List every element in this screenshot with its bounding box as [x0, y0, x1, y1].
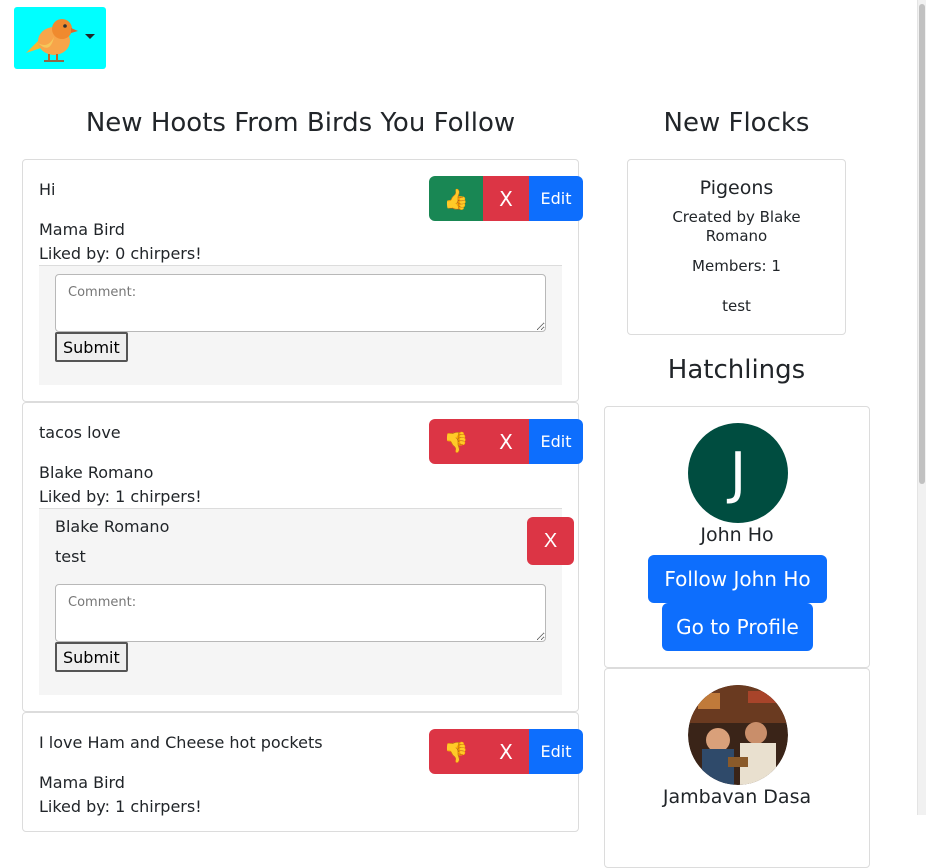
hoot-card: I love Ham and Cheese hot pockets Mama B…: [22, 712, 583, 832]
scrollbar-thumb[interactable]: [919, 4, 925, 484]
comment-text: test: [55, 547, 86, 566]
hoot-text: Hi: [39, 180, 56, 199]
bird-logo-icon: [26, 19, 78, 62]
unlike-button[interactable]: 👎: [429, 419, 483, 464]
like-button[interactable]: 👍: [429, 176, 483, 221]
hoot-actions: 👍 X Edit: [429, 176, 583, 221]
flock-creator: Created by Blake Romano: [672, 208, 801, 245]
user-name: Jambavan Dasa: [662, 786, 812, 808]
flock-card[interactable]: Pigeons Created by Blake Romano Members:…: [627, 159, 846, 335]
hoot-actions: 👎 X Edit: [429, 729, 583, 774]
feed-title: New Hoots From Birds You Follow: [85, 108, 516, 138]
hoot-likes: Liked by: 1 chirpers!: [39, 797, 202, 816]
delete-hoot-button[interactable]: X: [483, 419, 529, 464]
delete-hoot-button[interactable]: X: [483, 729, 529, 774]
delete-hoot-button[interactable]: X: [483, 176, 529, 221]
hoot-text: I love Ham and Cheese hot pockets: [39, 733, 323, 752]
edit-hoot-button[interactable]: Edit: [529, 176, 583, 221]
hoot-card: tacos love Blake Romano Liked by: 1 chir…: [22, 402, 583, 712]
flocks-title: New Flocks: [663, 108, 810, 138]
comment-input[interactable]: [55, 584, 546, 642]
logo-dropdown-button[interactable]: [14, 7, 106, 69]
comment-author: Blake Romano: [55, 517, 170, 536]
flock-name: Pigeons: [699, 177, 774, 199]
hoot-likes: Liked by: 0 chirpers!: [39, 244, 202, 263]
unlike-button[interactable]: 👎: [429, 729, 483, 774]
edit-hoot-button[interactable]: Edit: [529, 729, 583, 774]
caret-down-icon: [85, 34, 95, 39]
comment-section: Submit: [39, 265, 562, 385]
flock-description: test: [722, 297, 751, 315]
flock-members: Members: 1: [692, 257, 781, 275]
hoot-author: Mama Bird: [39, 220, 125, 239]
comment-section: Blake Romano test X Submit: [39, 508, 574, 695]
hoot-card: Hi Mama Bird Liked by: 0 chirpers! 👍 X E…: [22, 159, 583, 402]
hoot-author: Blake Romano: [39, 463, 154, 482]
user-card: J John Ho Follow John Ho Go to Profile: [604, 406, 870, 668]
delete-comment-button[interactable]: X: [527, 517, 574, 565]
page-scrollbar[interactable]: [917, 0, 926, 815]
hoot-author: Mama Bird: [39, 773, 125, 792]
hoot-text: tacos love: [39, 423, 121, 442]
hoot-likes: Liked by: 1 chirpers!: [39, 487, 202, 506]
user-card: Jambavan Dasa: [604, 668, 870, 868]
submit-comment-button[interactable]: Submit: [55, 642, 128, 672]
avatar: [688, 685, 788, 785]
hoot-actions: 👎 X Edit: [429, 419, 583, 464]
profile-button[interactable]: Go to Profile: [662, 603, 813, 651]
avatar: J: [688, 423, 788, 523]
submit-comment-button[interactable]: Submit: [55, 332, 128, 362]
comment-input[interactable]: [55, 274, 546, 332]
hatchlings-title: Hatchlings: [667, 355, 806, 385]
follow-button[interactable]: Follow John Ho: [648, 555, 827, 603]
user-name: John Ho: [700, 524, 774, 546]
edit-hoot-button[interactable]: Edit: [529, 419, 583, 464]
